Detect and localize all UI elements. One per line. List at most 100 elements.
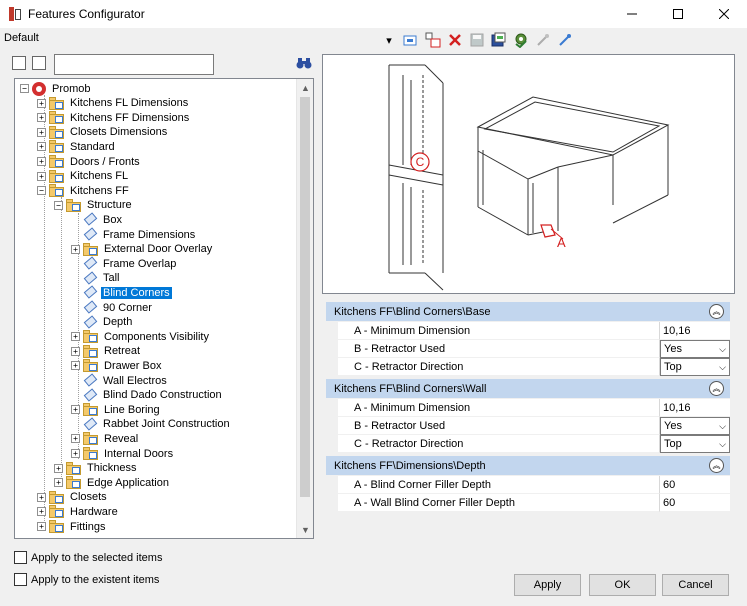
chevron-down-icon[interactable]: ⌵	[719, 439, 726, 450]
chevron-down-icon[interactable]: ⌵	[719, 421, 726, 432]
search-input[interactable]	[54, 54, 214, 75]
expand-node-icon[interactable]: +	[71, 449, 80, 458]
scroll-thumb[interactable]	[300, 97, 310, 497]
save-icon[interactable]	[468, 31, 486, 49]
expand-node-icon[interactable]: +	[71, 405, 80, 415]
cancel-button[interactable]: Cancel	[662, 574, 729, 596]
maximize-icon[interactable]	[655, 0, 701, 28]
expand-node-icon[interactable]: +	[54, 478, 63, 488]
expand-node-icon[interactable]: +	[37, 127, 46, 137]
expand-node-icon[interactable]: +	[37, 522, 46, 531]
add-feature-icon[interactable]	[402, 31, 420, 49]
tree-item[interactable]: − Kitchens FF	[37, 183, 131, 198]
tree-item[interactable]: + Reveal	[71, 431, 140, 446]
expand-node-icon[interactable]: +	[71, 332, 80, 342]
tree-root[interactable]: − Promob	[20, 81, 93, 96]
collapse-icon[interactable]	[556, 31, 574, 49]
add-group-icon[interactable]	[424, 31, 442, 49]
tree-item[interactable]: + Internal Doors	[71, 446, 175, 461]
collapse-node-icon[interactable]: −	[54, 200, 63, 210]
tree-item[interactable]: Frame Dimensions	[71, 227, 197, 242]
collapse-node-icon[interactable]: −	[37, 186, 46, 196]
tree-item[interactable]: + Drawer Box	[71, 358, 163, 373]
tree-item[interactable]: 90 Corner	[71, 300, 154, 315]
chevron-down-icon[interactable]: ⌵	[719, 344, 726, 355]
property-value-field[interactable]: 10,16	[660, 322, 730, 340]
settings-icon[interactable]	[512, 31, 530, 49]
tree-item[interactable]: + Closets Dimensions	[37, 125, 169, 140]
chevron-down-icon[interactable]: ⌵	[719, 362, 726, 373]
tree-item[interactable]: + Retreat	[71, 344, 142, 359]
tree-item[interactable]: + Closets	[37, 490, 109, 505]
dropdown-arrow-icon[interactable]: ▾	[380, 31, 398, 49]
collapse-group-icon[interactable]: ︽	[709, 381, 724, 396]
export-icon[interactable]	[490, 31, 508, 49]
property-group-header[interactable]: Kitchens FF\Blind Corners\Wall ︽	[326, 379, 730, 398]
property-value-select[interactable]: Yes ⌵	[660, 340, 730, 358]
expand-node-icon[interactable]: +	[37, 113, 46, 123]
apply-existent-checkbox[interactable]	[14, 573, 27, 586]
tree-scrollbar[interactable]: ▲ ▼	[296, 79, 313, 538]
expand-node-icon[interactable]: +	[71, 244, 80, 254]
tree-item[interactable]: Tall	[71, 271, 122, 286]
expand-icon[interactable]	[534, 31, 552, 49]
expand-node-icon[interactable]: +	[37, 507, 46, 517]
delete-icon[interactable]	[446, 31, 464, 49]
apply-selected-checkbox[interactable]	[14, 551, 27, 564]
property-group-header[interactable]: Kitchens FF\Dimensions\Depth ︽	[326, 456, 730, 475]
expand-node-icon[interactable]: +	[71, 434, 80, 444]
property-value-field[interactable]: 10,16	[660, 399, 730, 417]
feature-tree[interactable]: − Promob + Kitchens FL Dimensions + Kitchen…	[14, 78, 314, 539]
expand-node-icon[interactable]: +	[37, 492, 46, 502]
apply-existent-option[interactable]: Apply to the existent items	[14, 573, 159, 586]
tree-item[interactable]: Wall Electros	[71, 373, 169, 388]
property-value-select[interactable]: Top ⌵	[660, 435, 730, 453]
tree-item[interactable]: + Kitchens FF Dimensions	[37, 110, 191, 125]
apply-selected-option[interactable]: Apply to the selected items	[14, 551, 162, 564]
tree-item[interactable]: + External Door Overlay	[71, 242, 214, 257]
tree-item[interactable]: Depth	[71, 314, 134, 330]
profile-selector[interactable]: Default	[4, 32, 39, 44]
scroll-up-icon[interactable]: ▲	[297, 79, 313, 96]
apply-button[interactable]: Apply	[514, 574, 581, 596]
tree-item[interactable]: + Components Visibility	[71, 329, 211, 344]
tree-item[interactable]: + Hardware	[37, 504, 120, 519]
close-icon[interactable]	[701, 0, 747, 28]
minimize-icon[interactable]	[609, 0, 655, 28]
tree-item[interactable]: Box	[71, 212, 124, 227]
expand-node-icon[interactable]: +	[37, 157, 46, 166]
property-group-header[interactable]: Kitchens FF\Blind Corners\Base ︽	[326, 302, 730, 321]
scroll-down-icon[interactable]: ▼	[297, 521, 313, 538]
collapse-all-icon[interactable]	[32, 56, 46, 70]
property-value-field[interactable]: 60	[660, 476, 730, 494]
expand-node-icon[interactable]: +	[37, 142, 46, 152]
ok-button[interactable]: OK	[589, 574, 656, 596]
binoculars-icon[interactable]	[296, 56, 312, 73]
expand-node-icon[interactable]: +	[54, 463, 63, 473]
collapse-group-icon[interactable]: ︽	[709, 458, 724, 473]
tree-item[interactable]: + Thickness	[54, 461, 139, 476]
expand-node-icon[interactable]: +	[71, 346, 80, 356]
tree-item[interactable]: + Line Boring	[71, 402, 162, 417]
property-value-field[interactable]: 60	[660, 494, 730, 512]
tree-item[interactable]: Frame Overlap	[71, 256, 178, 271]
tree-item[interactable]: − Structure	[54, 198, 134, 213]
property-value-select[interactable]: Top ⌵	[660, 358, 730, 376]
expand-all-icon[interactable]	[12, 56, 26, 70]
tree-item[interactable]: Blind Corners	[71, 285, 172, 300]
collapse-node-icon[interactable]: −	[20, 84, 29, 93]
expand-node-icon[interactable]: +	[37, 98, 46, 108]
tree-item[interactable]: + Kitchens FL	[37, 169, 130, 184]
preview-label-a: A	[557, 235, 566, 250]
expand-node-icon[interactable]: +	[71, 361, 80, 371]
tree-item[interactable]: Rabbet Joint Construction	[71, 417, 232, 432]
tree-item[interactable]: + Doors / Fronts	[37, 154, 142, 169]
tree-item[interactable]: + Kitchens FL Dimensions	[37, 96, 190, 111]
tree-item[interactable]: + Standard	[37, 139, 117, 154]
expand-node-icon[interactable]: +	[37, 171, 46, 181]
collapse-group-icon[interactable]: ︽	[709, 304, 724, 319]
property-value-select[interactable]: Yes ⌵	[660, 417, 730, 435]
tree-item[interactable]: + Fittings	[37, 519, 107, 534]
tree-item[interactable]: Blind Dado Construction	[71, 387, 224, 403]
tree-item[interactable]: + Edge Application	[54, 475, 171, 490]
